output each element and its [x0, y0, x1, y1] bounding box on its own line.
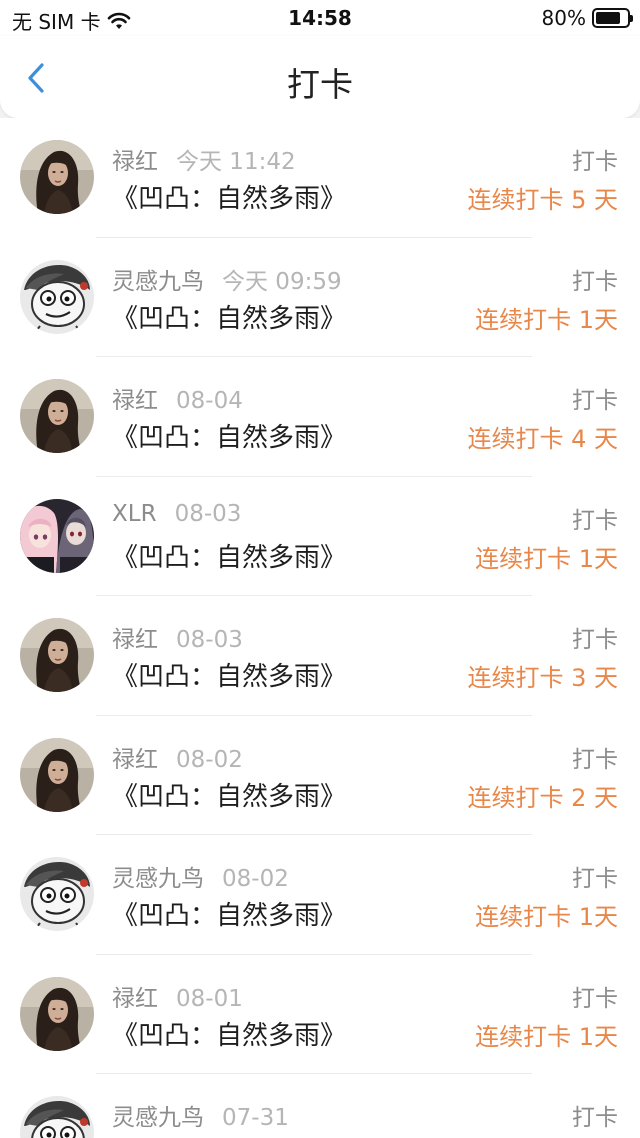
user-name-line: 禄红 今天 11:42: [112, 142, 296, 176]
user-name-line: 灵感九鸟 今天 09:59: [112, 262, 342, 296]
battery-icon: [592, 8, 633, 28]
streak-label: 连续打卡 4 天: [467, 425, 618, 453]
book-title: 《凹凸：自然多雨》: [112, 781, 347, 812]
checkin-action-label: 打卡: [572, 507, 618, 534]
checkin-action-label: 打卡: [572, 1105, 618, 1131]
checkin-row[interactable]: 灵感九鸟 08-02 《凹凸：自然多雨》 打卡 连续打卡 1天: [0, 835, 640, 955]
user-name[interactable]: 禄红: [112, 747, 158, 773]
anime-girls-avatar-image: [20, 498, 94, 573]
avatar[interactable]: [20, 498, 94, 573]
streak-label: 连续打卡 3 天: [467, 664, 618, 692]
checkin-row[interactable]: 禄红 08-02 《凹凸：自然多雨》 打卡 连续打卡 2 天: [0, 716, 640, 835]
checkin-row[interactable]: 禄红 08-04 《凹凸：自然多雨》 打卡 连续打卡 4 天: [0, 357, 640, 477]
user-name-line: 禄红 08-01: [112, 979, 243, 1013]
checkin-date: 今天 09:59: [222, 268, 342, 295]
status-bar: 无 SIM 卡 14:58 80%: [0, 0, 640, 36]
streak-label: 连续打卡 5 天: [467, 186, 618, 214]
checkin-action-label: 打卡: [572, 627, 618, 653]
checkin-date: 08-04: [176, 388, 243, 414]
checkin-date: 08-03: [174, 500, 242, 527]
streak-label: 连续打卡 1天: [475, 1022, 618, 1051]
user-name-line: 禄红 08-04: [112, 381, 243, 415]
user-name[interactable]: 禄红: [112, 149, 158, 175]
user-name-line: 禄红 08-02: [112, 740, 243, 774]
battery-fill: [596, 12, 620, 24]
checkin-date: 08-02: [222, 866, 289, 892]
user-name-line: XLR 08-03: [112, 501, 241, 527]
streak-label: 连续打卡 1天: [475, 544, 618, 573]
streak-label: 连续打卡 1天: [475, 305, 618, 334]
avatar[interactable]: [20, 140, 94, 214]
avatar[interactable]: [20, 1096, 94, 1138]
checkin-action-label: 打卡: [572, 149, 618, 175]
checkin-action-label: 打卡: [572, 746, 618, 773]
user-name[interactable]: 灵感九鸟: [112, 1105, 204, 1131]
streak-label: 连续打卡 2 天: [467, 783, 618, 812]
page-title: 打卡: [287, 65, 353, 104]
woman-portrait-avatar-image: [20, 618, 94, 692]
checkin-row[interactable]: 禄红 08-03 《凹凸：自然多雨》 打卡 连续打卡 3 天: [0, 596, 640, 716]
cartoon-face-avatar-image: [20, 259, 94, 334]
checkin-action-label: 打卡: [572, 388, 618, 414]
book-title: 《凹凸：自然多雨》: [112, 901, 347, 931]
checkin-list[interactable]: 禄红 今天 11:42 《凹凸：自然多雨》 打卡 连续打卡 5 天 灵感九鸟 今天 …: [0, 118, 640, 1138]
streak-label: 连续打卡 1天: [475, 903, 618, 931]
woman-portrait-avatar-image: [20, 976, 94, 1051]
user-name[interactable]: 禄红: [112, 388, 158, 414]
user-name[interactable]: 禄红: [112, 627, 158, 653]
user-name-line: 灵感九鸟 08-02: [112, 859, 289, 893]
checkin-action-label: 打卡: [572, 985, 618, 1012]
checkin-row[interactable]: 禄红 今天 11:42 《凹凸：自然多雨》 打卡 连续打卡 5 天: [0, 118, 640, 238]
cartoon-face-avatar-image: [20, 1096, 94, 1138]
checkin-row[interactable]: 禄红 08-01 《凹凸：自然多雨》 打卡 连续打卡 1天: [0, 955, 640, 1074]
checkin-date: 今天 11:42: [176, 149, 296, 175]
user-name[interactable]: 禄红: [112, 986, 158, 1012]
avatar[interactable]: [20, 976, 94, 1051]
checkin-action-label: 打卡: [572, 866, 618, 892]
checkin-date: 08-02: [176, 746, 243, 773]
checkin-date: 07-31: [222, 1105, 289, 1131]
book-title: 《凹凸：自然多雨》: [112, 423, 347, 453]
battery-percent: 80%: [541, 6, 586, 30]
cartoon-face-avatar-image: [20, 857, 94, 931]
checkin-action-label: 打卡: [572, 268, 618, 295]
avatar[interactable]: [20, 857, 94, 931]
book-title: 《凹凸：自然多雨》: [112, 542, 347, 573]
checkin-row[interactable]: 灵感九鸟 07-31 《凹凸：自然多雨》 打卡: [0, 1074, 640, 1138]
book-title: 《凹凸：自然多雨》: [112, 1020, 347, 1051]
book-title: 《凹凸：自然多雨》: [112, 1134, 346, 1138]
checkin-date: 08-01: [176, 985, 243, 1012]
woman-portrait-avatar-image: [20, 379, 94, 453]
avatar[interactable]: [20, 737, 94, 812]
user-name[interactable]: XLR: [112, 501, 157, 527]
checkin-date: 08-03: [176, 627, 243, 653]
book-title: 《凹凸：自然多雨》: [112, 184, 347, 214]
avatar[interactable]: [20, 259, 94, 334]
avatar[interactable]: [20, 618, 94, 692]
user-name-line: 禄红 08-03: [112, 620, 243, 654]
woman-portrait-avatar-image: [20, 140, 94, 214]
woman-portrait-avatar-image: [20, 737, 94, 812]
user-name[interactable]: 灵感九鸟: [112, 866, 204, 892]
checkin-row[interactable]: 灵感九鸟 今天 09:59 《凹凸：自然多雨》 打卡 连续打卡 1天: [0, 238, 640, 357]
checkin-row[interactable]: XLR 08-03 《凹凸：自然多雨》 打卡 连续打卡 1天: [0, 477, 640, 596]
battery-status: 80%: [541, 6, 633, 30]
user-name[interactable]: 灵感九鸟: [112, 269, 204, 295]
book-title: 《凹凸：自然多雨》: [112, 303, 347, 334]
user-name-line: 灵感九鸟 07-31: [112, 1098, 289, 1132]
avatar[interactable]: [20, 379, 94, 453]
book-title: 《凹凸：自然多雨》: [112, 662, 347, 692]
nav-bar: 打卡: [0, 36, 640, 118]
